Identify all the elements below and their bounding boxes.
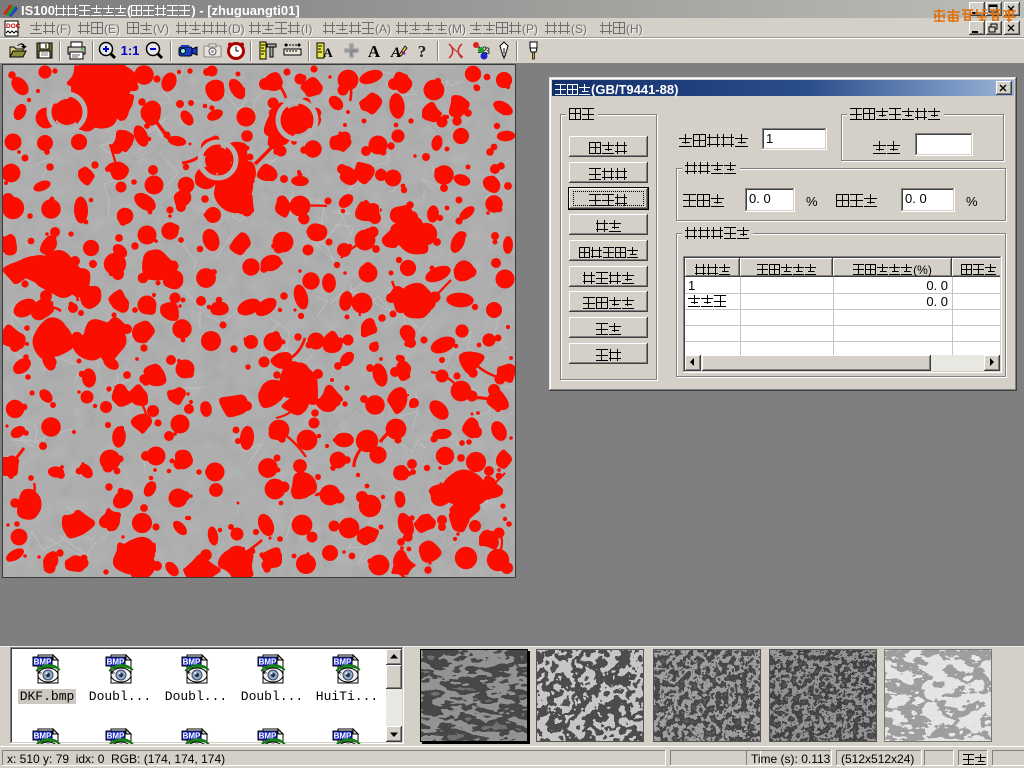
svg-text:A: A — [323, 45, 333, 60]
svg-text:DOC: DOC — [6, 23, 20, 30]
svg-text:A: A — [390, 45, 401, 61]
svg-text:?: ? — [418, 42, 427, 61]
svg-text:1:1: 1:1 — [121, 43, 140, 58]
svg-text:A: A — [368, 42, 381, 61]
